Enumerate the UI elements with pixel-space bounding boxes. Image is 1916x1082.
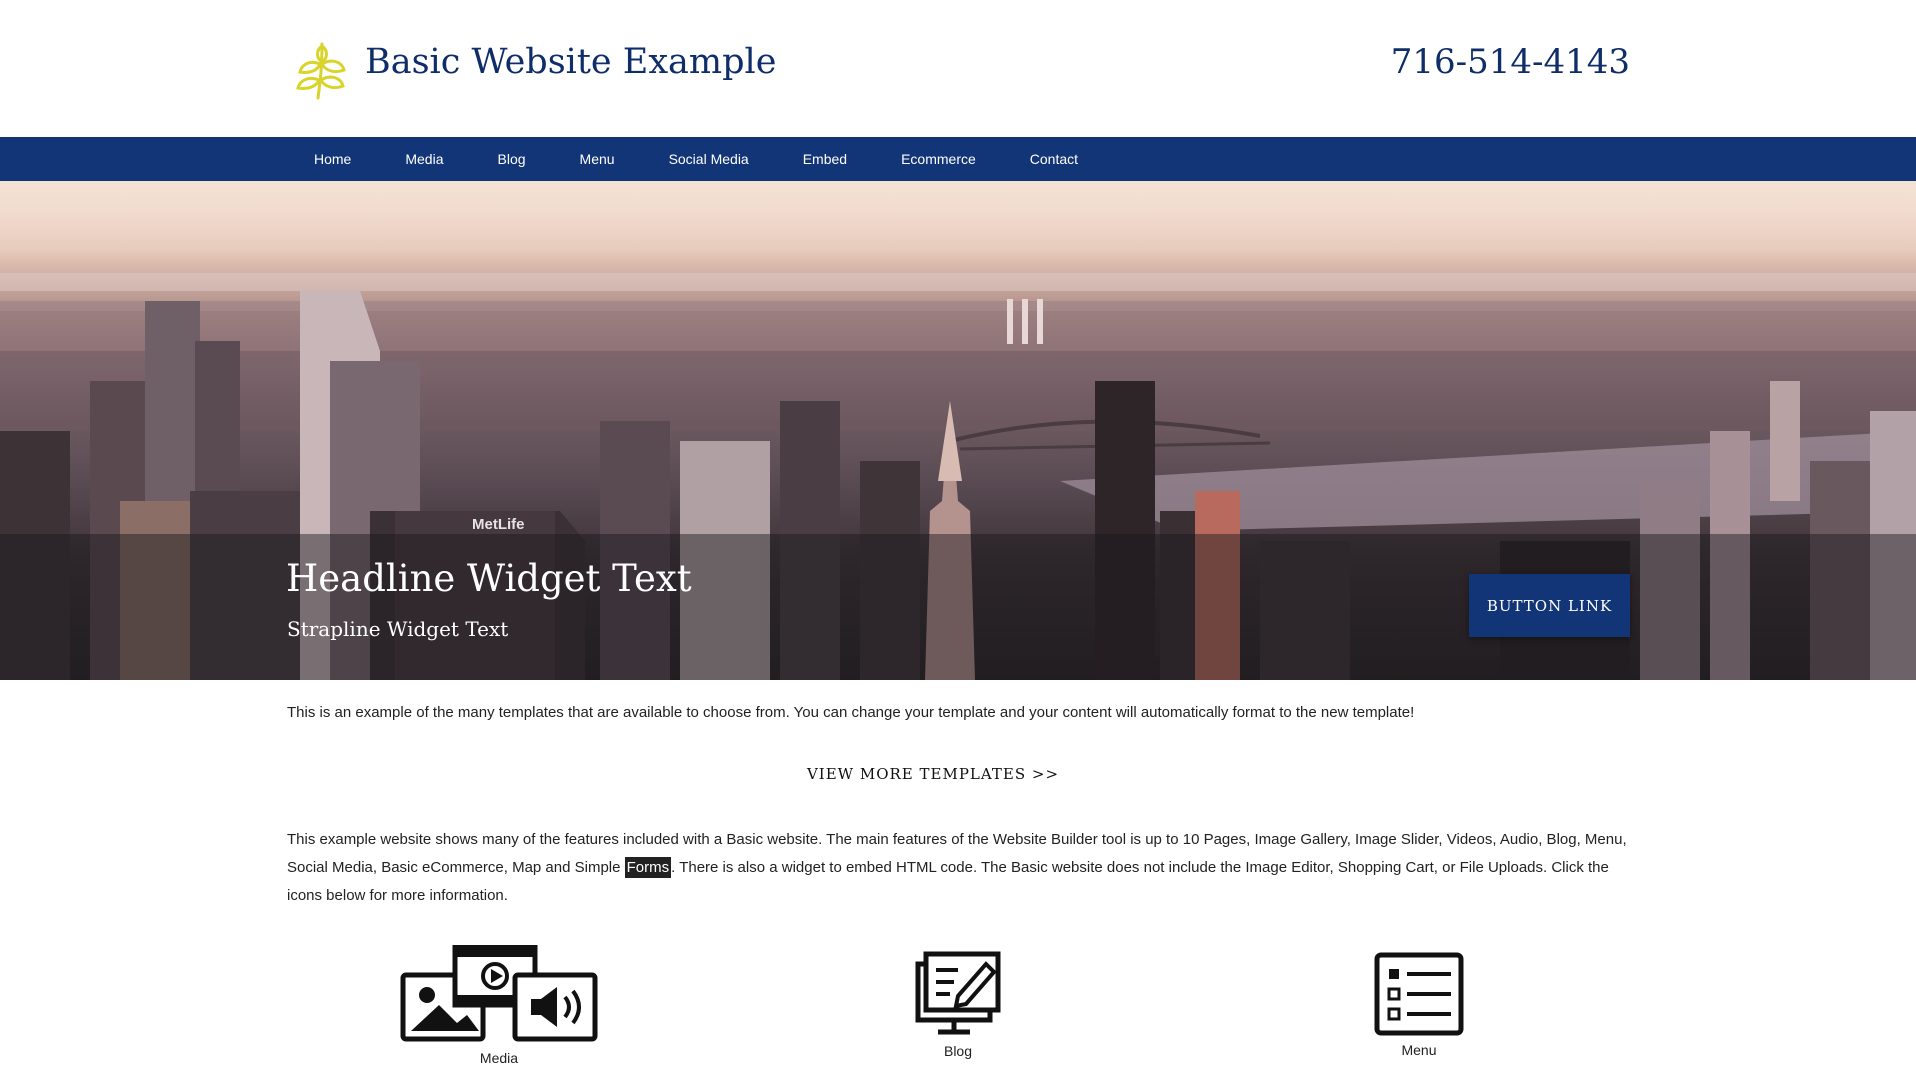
nav-item-contact[interactable]: Contact (1003, 137, 1105, 181)
feature-media-label: Media (479, 1050, 519, 1066)
feature-blog[interactable]: Blog (908, 950, 1008, 1059)
nav-item-social-media[interactable]: Social Media (642, 137, 776, 181)
menu-list-icon (1374, 952, 1464, 1036)
feature-menu-label: Menu (1401, 1042, 1437, 1058)
feature-blog-label: Blog (943, 1043, 973, 1059)
nav-item-media[interactable]: Media (378, 137, 470, 181)
main-nav: Home Media Blog Menu Social Media Embed … (0, 137, 1916, 181)
feature-menu[interactable]: Menu (1369, 951, 1469, 1058)
metlife-sign: MetLife (472, 516, 525, 533)
nav-item-menu[interactable]: Menu (553, 137, 642, 181)
blog-icon (915, 951, 1001, 1035)
features-paragraph: This example website shows many of the f… (287, 826, 1627, 910)
phone-number[interactable]: 716-514-4143 (1391, 42, 1630, 82)
site-title[interactable]: Basic Website Example (365, 42, 776, 82)
hero-button-link[interactable]: BUTTON LINK (1469, 574, 1630, 637)
view-more-templates-link[interactable]: VIEW MORE TEMPLATES >> (0, 765, 1866, 783)
site-header: Basic Website Example 716-514-4143 (0, 0, 1916, 137)
hero-strapline: Strapline Widget Text (287, 617, 509, 641)
nav-item-ecommerce[interactable]: Ecommerce (874, 137, 1003, 181)
hero-headline: Headline Widget Text (286, 557, 692, 600)
hero-banner: MetLife Headline Widget Text Strapline W… (0, 181, 1916, 680)
media-icon (400, 944, 598, 1042)
nav-item-home[interactable]: Home (287, 137, 378, 181)
feature-media[interactable]: Media (399, 944, 599, 1066)
nav-item-embed[interactable]: Embed (776, 137, 874, 181)
leaf-sprig-icon[interactable] (292, 38, 350, 100)
nav-item-blog[interactable]: Blog (471, 137, 553, 181)
forms-highlight: Forms (624, 857, 672, 878)
intro-text: This is an example of the many templates… (287, 704, 1415, 721)
nav-list: Home Media Blog Menu Social Media Embed … (287, 137, 1105, 181)
